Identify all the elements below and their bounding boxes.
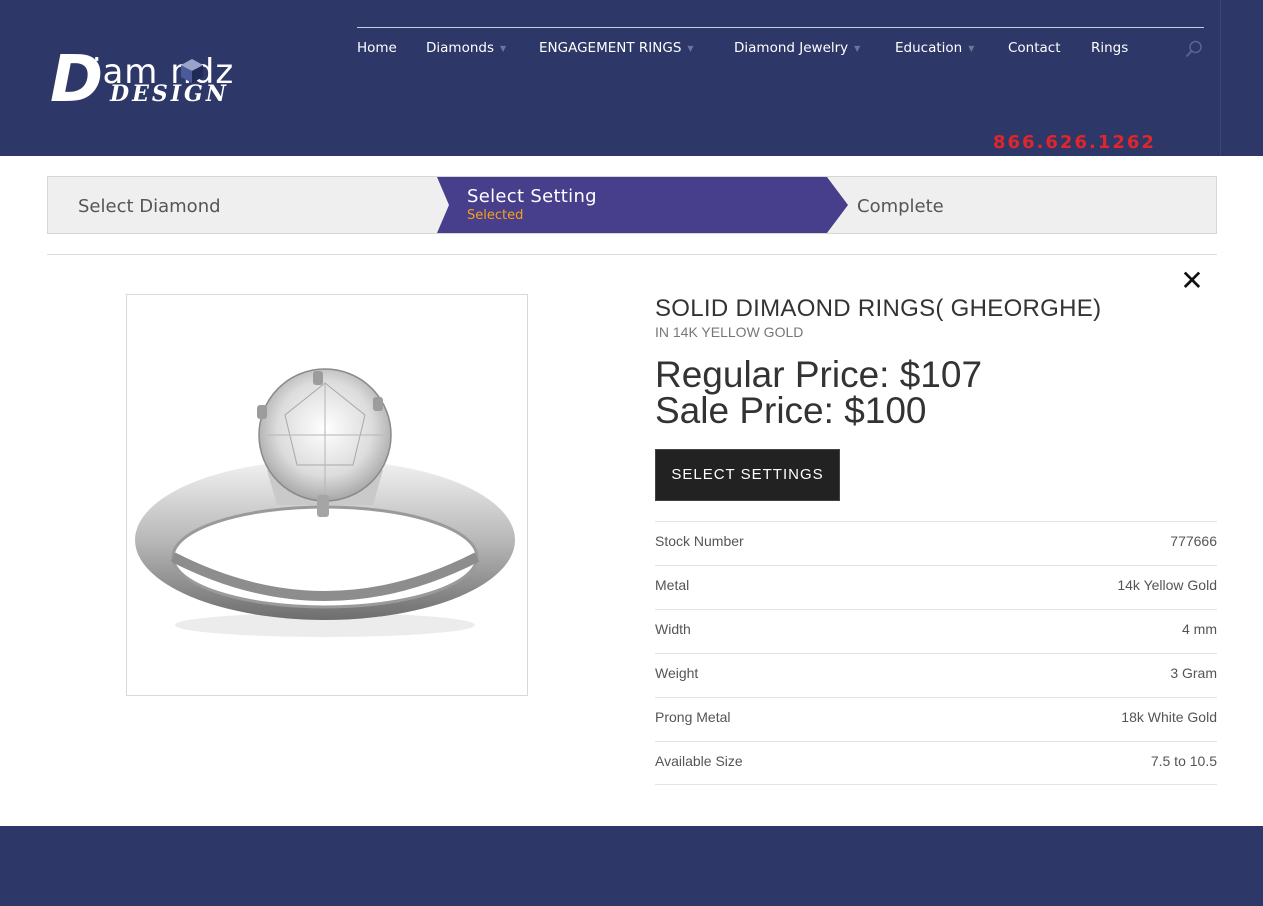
nav-item-diamond-jewelry[interactable]: Diamond Jewelry ▼ xyxy=(734,40,860,56)
nav-item-label: Diamonds xyxy=(426,40,494,56)
spec-row: Prong Metal 18k White Gold xyxy=(655,697,1217,741)
nav-item-education[interactable]: Education ▼ xyxy=(895,40,974,56)
nav-item-label: ENGAGEMENT RINGS xyxy=(539,40,682,56)
chevron-down-icon: ▼ xyxy=(968,43,975,53)
step-label: Complete xyxy=(857,196,944,217)
section-divider xyxy=(47,254,1217,255)
spec-value: 14k Yellow Gold xyxy=(1117,577,1217,593)
spec-label: Prong Metal xyxy=(655,709,731,725)
nav-item-diamonds[interactable]: Diamonds ▼ xyxy=(426,40,506,56)
spec-value: 777666 xyxy=(1170,533,1217,549)
sale-price: Sale Price: $100 xyxy=(655,390,927,431)
spec-value: 4 mm xyxy=(1182,621,1217,637)
chevron-down-icon: ▼ xyxy=(500,43,507,53)
nav-item-label: Home xyxy=(357,40,397,56)
step-select-diamond[interactable]: Select Diamond xyxy=(78,196,221,252)
nav-item-label: Diamond Jewelry xyxy=(734,40,849,56)
progress-steps: Select Diamond Select Setting Selected C… xyxy=(47,176,1217,234)
spec-row: Stock Number 777666 xyxy=(655,521,1217,565)
nav-item-contact[interactable]: Contact xyxy=(1008,40,1061,56)
spec-value: 3 Gram xyxy=(1170,665,1217,681)
regular-price: Regular Price: $107 xyxy=(655,354,983,395)
spec-row: Width 4 mm xyxy=(655,609,1217,653)
step-complete[interactable]: Complete xyxy=(857,196,944,252)
nav-item-rings[interactable]: Rings xyxy=(1091,40,1128,56)
search-icon[interactable] xyxy=(1185,40,1203,58)
nav-item-engagement-rings[interactable]: ENGAGEMENT RINGS ▼ xyxy=(539,40,694,56)
step-status: Selected xyxy=(467,208,524,223)
spec-row: Metal 14k Yellow Gold xyxy=(655,565,1217,609)
spec-label: Width xyxy=(655,621,691,637)
chevron-down-icon: ▼ xyxy=(854,43,861,53)
spec-value: 18k White Gold xyxy=(1121,709,1217,725)
spec-label: Available Size xyxy=(655,753,743,769)
logo-subtext: DESIGN xyxy=(110,81,229,107)
nav-item-label: Education xyxy=(895,40,963,56)
product-subtitle: IN 14K YELLOW GOLD xyxy=(655,324,804,340)
product-image xyxy=(126,294,528,696)
spec-label: Weight xyxy=(655,665,699,681)
chevron-down-icon: ▼ xyxy=(687,43,694,53)
nav-item-label: Contact xyxy=(1008,40,1061,56)
spec-label: Metal xyxy=(655,577,690,593)
site-logo[interactable]: D iam ndz DESIGN xyxy=(50,44,300,114)
nav-item-home[interactable]: Home xyxy=(357,40,397,56)
step-label: Select Diamond xyxy=(78,196,221,217)
site-header: D iam ndz DESIGN Home Diamonds ▼ ENGAGEME… xyxy=(0,0,1263,156)
site-footer xyxy=(0,826,1263,906)
spec-label: Stock Number xyxy=(655,533,744,549)
close-icon[interactable]: ✕ xyxy=(1180,267,1204,295)
step-label: Select Setting xyxy=(467,186,597,207)
product-title: SOLID DIMAOND RINGS( GHEORGHE) xyxy=(655,295,1102,322)
spec-row: Available Size 7.5 to 10.5 xyxy=(655,741,1217,785)
nav-item-label: Rings xyxy=(1091,40,1129,56)
spec-row: Weight 3 Gram xyxy=(655,653,1217,697)
header-divider xyxy=(1220,0,1221,156)
spec-value: 7.5 to 10.5 xyxy=(1150,753,1217,769)
product-specs: Stock Number 777666 Metal 14k Yellow Gol… xyxy=(655,521,1217,785)
ring-image xyxy=(135,368,515,637)
step-select-setting[interactable]: Select Setting Selected xyxy=(437,177,848,233)
phone-number[interactable]: 866.626.1262 xyxy=(993,132,1156,153)
nav-divider xyxy=(357,27,1204,28)
select-settings-button[interactable]: SELECT SETTINGS xyxy=(655,449,840,501)
